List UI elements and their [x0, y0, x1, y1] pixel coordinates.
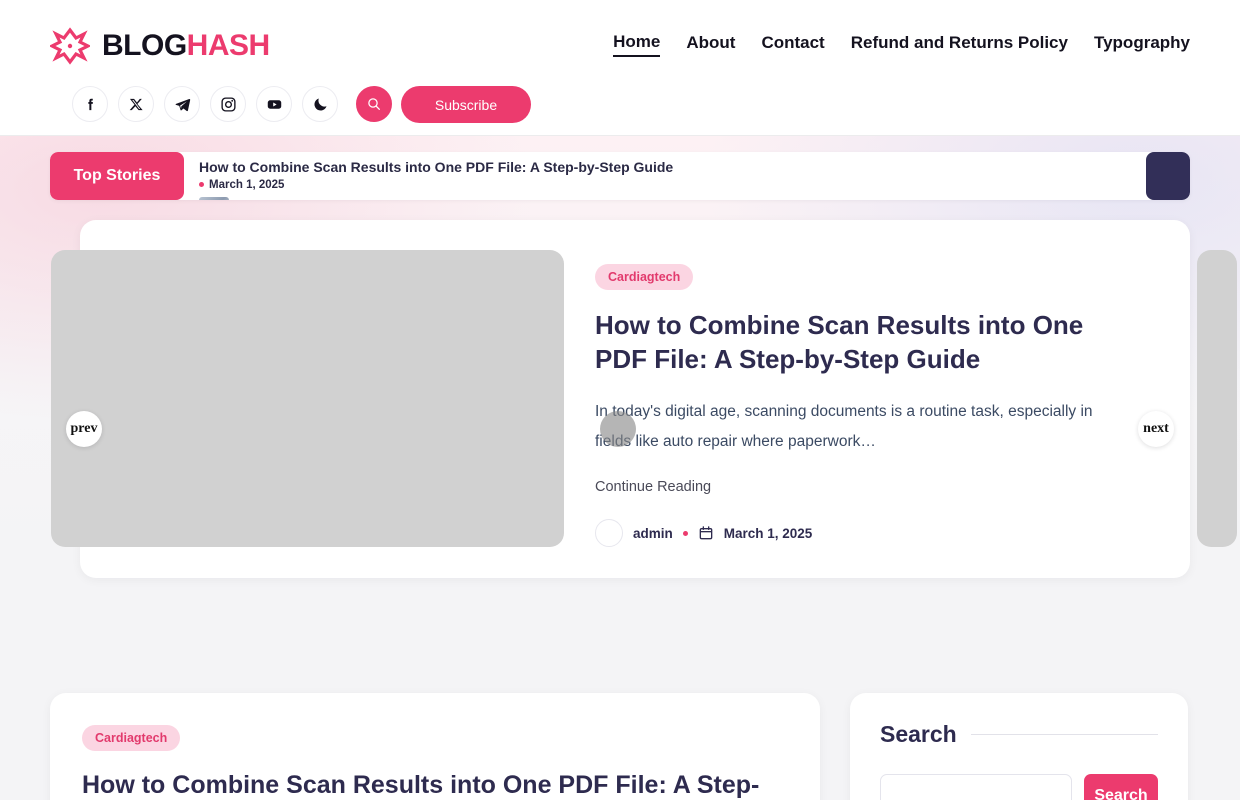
hero-title[interactable]: How to Combine Scan Results into One PDF…	[595, 308, 1135, 377]
post-date: March 1, 2025	[723, 525, 813, 541]
widget-title: Search	[880, 721, 957, 747]
hero-featured-image[interactable]	[51, 250, 564, 547]
flower-burst-icon	[50, 27, 90, 65]
nav-item-typography[interactable]: Typography	[1094, 33, 1190, 56]
hero-category-badge[interactable]: Cardiagtech	[595, 264, 694, 290]
moon-icon[interactable]	[302, 86, 338, 122]
widget-header: Search	[880, 721, 1158, 748]
header-divider	[0, 135, 1240, 136]
ticker-item[interactable]: How to Combine Scan Results into One PDF…	[199, 152, 1146, 191]
hero-carousel: Cardiagtech How to Combine Scan Results …	[51, 220, 1237, 578]
telegram-glyph	[175, 98, 190, 111]
search-glyph	[368, 98, 380, 110]
youtube-icon[interactable]	[256, 86, 292, 122]
header-top-row: BLOGHASH Home About Contact Refund and R…	[0, 0, 1240, 90]
ticker-control-button[interactable]	[1146, 152, 1190, 200]
instagram-icon[interactable]	[210, 86, 246, 122]
ticker-items: How to Combine Scan Results into One PDF…	[184, 152, 1146, 200]
logo-wordmark: BLOGHASH	[102, 31, 270, 61]
ticker-item[interactable]: How to Scan Your Car for Codes: Your DIY…	[199, 196, 1146, 200]
logo-text-primary: BLOG	[102, 29, 187, 62]
search-form: Search	[880, 774, 1158, 800]
calendar-icon	[699, 526, 713, 540]
bullet-dot-icon	[199, 182, 204, 188]
ticker-item-title[interactable]: How to Combine Scan Results into One PDF…	[199, 159, 1146, 176]
search-submit-button[interactable]: Search	[1084, 774, 1158, 800]
search-input[interactable]	[880, 774, 1072, 800]
hero-excerpt: In today's digital age, scanning documen…	[595, 402, 1093, 450]
x-twitter-icon[interactable]	[118, 86, 154, 122]
continue-reading-link[interactable]: Continue Reading	[595, 479, 1135, 495]
moon-glyph	[313, 97, 327, 111]
ticker-item-meta: March 1, 2025	[199, 179, 1146, 191]
facebook-glyph	[87, 98, 93, 110]
social-links	[72, 86, 392, 122]
facebook-icon[interactable]	[72, 86, 108, 122]
carousel-prev-button[interactable]: prev	[66, 411, 102, 447]
hero-slide: Cardiagtech How to Combine Scan Results …	[51, 220, 1190, 578]
search-icon[interactable]	[356, 86, 392, 122]
x-glyph	[129, 98, 143, 110]
ticker-item-title[interactable]: How to Scan Your Car for Codes: Your DIY…	[237, 199, 714, 200]
telegram-icon[interactable]	[164, 86, 200, 122]
subscribe-button[interactable]: Subscribe	[401, 86, 531, 123]
widget-divider	[970, 734, 1158, 735]
post-title[interactable]: How to Combine Scan Results into One PDF…	[82, 769, 788, 800]
carousel-next-slide-peek[interactable]	[1197, 250, 1237, 547]
site-header: BLOGHASH Home About Contact Refund and R…	[0, 0, 1240, 136]
post-category-badge[interactable]: Cardiagtech	[82, 725, 181, 751]
top-stories-ticker: Top Stories How to Combine Scan Results …	[50, 152, 1190, 200]
page-root: BLOGHASH Home About Contact Refund and R…	[0, 0, 1240, 800]
header-bottom-row: Subscribe	[0, 86, 1240, 136]
nav-item-home[interactable]: Home	[613, 32, 661, 57]
youtube-glyph	[267, 99, 281, 109]
post-author[interactable]: admin	[633, 526, 673, 541]
carousel-next-button[interactable]: next	[1138, 411, 1174, 447]
sidebar-search-widget: Search Search	[850, 693, 1188, 800]
hero-post-meta: admin March 1, 2025	[595, 519, 1135, 548]
ticker-item-thumbnail	[199, 196, 229, 200]
nav-item-refund-and-returns-policy[interactable]: Refund and Returns Policy	[851, 33, 1068, 56]
nav-item-about[interactable]: About	[686, 33, 735, 56]
logo-text-accent: HASH	[186, 29, 271, 62]
main-navigation: Home About Contact Refund and Returns Po…	[613, 32, 1190, 57]
site-logo[interactable]: BLOGHASH	[50, 26, 270, 66]
avatar	[595, 519, 623, 548]
hero-content: Cardiagtech How to Combine Scan Results …	[595, 264, 1135, 548]
carousel-center-overlay	[600, 411, 636, 447]
post-list-card: Cardiagtech How to Combine Scan Results …	[50, 693, 820, 800]
ticker-item-date: March 1, 2025	[209, 178, 285, 191]
instagram-glyph	[220, 96, 236, 112]
nav-item-contact[interactable]: Contact	[761, 33, 824, 56]
bullet-dot-icon	[682, 530, 688, 536]
ticker-label[interactable]: Top Stories	[50, 152, 184, 200]
